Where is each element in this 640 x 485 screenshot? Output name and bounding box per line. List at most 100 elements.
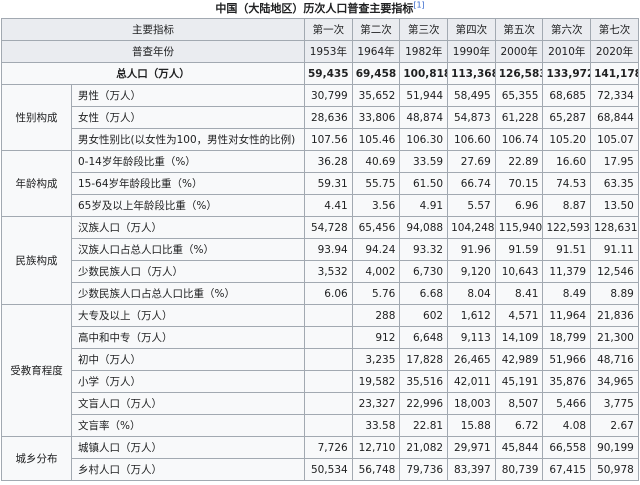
value-cell: 21,300 xyxy=(590,326,639,349)
total-label: 总人口（万人） xyxy=(1,62,305,85)
value-cell: 912 xyxy=(351,326,401,349)
header-year: 1982年 xyxy=(399,40,449,63)
table-row: 高中和中专（万人） 912 6,648 9,113 14,109 18,799 21,300 xyxy=(2,326,639,349)
header-year: 1964年 xyxy=(351,40,401,63)
indicator-label: 女性（万人） xyxy=(71,106,305,129)
value-cell: 66,558 xyxy=(542,436,592,459)
indicator-label: 汉族人口占总人口比重（%） xyxy=(71,238,305,261)
value-cell: 54,728 xyxy=(304,216,353,239)
value-cell: 105.07 xyxy=(590,128,639,151)
table-row: 初中（万人） 3,235 17,828 26,465 42,989 51,966 48,71… xyxy=(2,348,639,371)
category-cell: 城乡分布 xyxy=(1,436,72,481)
header-census: 第七次 xyxy=(590,18,639,41)
header-census: 第一次 xyxy=(304,18,353,41)
total-cell: 113,368 xyxy=(447,62,496,85)
value-cell: 104,248 xyxy=(447,216,496,239)
category-cell: 民族构成 xyxy=(1,216,72,305)
value-cell: 4.08 xyxy=(542,414,592,437)
indicator-label: 文盲率（%） xyxy=(71,414,305,437)
indicator-label: 男女性别比(以女性为100，男性对女性的比例) xyxy=(71,128,305,151)
table-row: 乡村人口（万人） 50,534 56,748 79,736 83,397 80,739 67… xyxy=(2,458,639,481)
value-cell: 21,082 xyxy=(399,436,449,459)
table-row: 文盲人口（万人） 23,327 22,996 18,003 8,507 5,466 3,77… xyxy=(2,392,639,415)
value-cell: 17,828 xyxy=(399,348,449,371)
table-row: 年龄构成 0-14岁年龄段比重（%） 36.28 40.69 33.59 27.69 22.… xyxy=(1,150,639,217)
total-cell: 69,458 xyxy=(351,62,401,85)
value-cell: 50,534 xyxy=(304,458,353,481)
total-cell: 100,818 xyxy=(399,62,449,85)
value-cell: 18,003 xyxy=(447,392,496,415)
value-cell: 55.75 xyxy=(351,172,401,195)
table-row: 性别构成 男性（万人） 30,799 35,652 51,944 58,495 65,355… xyxy=(1,84,639,151)
value-cell: 17.95 xyxy=(590,150,639,173)
value-cell: 61,228 xyxy=(494,106,544,129)
value-cell: 4.41 xyxy=(304,194,353,217)
value-cell: 22,996 xyxy=(399,392,449,415)
value-cell: 8.49 xyxy=(542,282,592,305)
value-cell: 94.24 xyxy=(351,238,401,261)
total-cell: 126,583 xyxy=(494,62,544,85)
value-cell: 12,546 xyxy=(590,260,639,283)
value-cell: 91.11 xyxy=(590,238,639,261)
header-census: 第三次 xyxy=(399,18,449,41)
value-cell xyxy=(304,304,353,327)
value-cell: 105.20 xyxy=(542,128,592,151)
value-cell: 34,965 xyxy=(590,370,639,393)
indicator-label: 汉族人口（万人） xyxy=(71,216,305,239)
value-cell: 59.31 xyxy=(304,172,353,195)
value-cell: 19,582 xyxy=(351,370,401,393)
value-cell: 105.46 xyxy=(351,128,401,151)
value-cell: 3,532 xyxy=(304,260,353,283)
table-title: 中国（大陆地区）历次人口普查主要指标 xyxy=(215,2,414,15)
page: 中国（大陆地区）历次人口普查主要指标[1] 主要指标 第一次 第二次 第三次 第四次 第五… xyxy=(0,0,640,485)
value-cell: 68,844 xyxy=(590,106,639,129)
table-header: 主要指标 第一次 第二次 第三次 第四次 第五次 第六次 第七次 普查年份 1953年 1964年 1… xyxy=(1,18,639,63)
indicator-label: 高中和中专（万人） xyxy=(71,326,305,349)
value-cell: 35,652 xyxy=(351,84,401,107)
value-cell: 13.50 xyxy=(590,194,639,217)
indicator-label: 少数民族人口（万人） xyxy=(71,260,305,283)
indicator-label: 小学（万人） xyxy=(71,370,305,393)
value-cell: 6.68 xyxy=(399,282,449,305)
indicator-label: 少数民族人口占总人口比重（%） xyxy=(71,282,305,305)
indicator-label: 大专及以上（万人） xyxy=(71,304,305,327)
value-cell: 8.41 xyxy=(494,282,544,305)
value-cell: 63.35 xyxy=(590,172,639,195)
census-table: 主要指标 第一次 第二次 第三次 第四次 第五次 第六次 第七次 普查年份 1953年 1964年 1… xyxy=(1,18,639,481)
value-cell: 30,799 xyxy=(304,84,353,107)
indicator-label: 15-64岁年龄段比重（%） xyxy=(71,172,305,195)
value-cell: 18,799 xyxy=(542,326,592,349)
header-year: 2000年 xyxy=(494,40,544,63)
table-row: 汉族人口占总人口比重（%） 93.94 94.24 93.32 91.96 91.59 91… xyxy=(2,238,639,261)
header-year: 1953年 xyxy=(304,40,353,63)
value-cell: 45,191 xyxy=(494,370,544,393)
value-cell: 8.89 xyxy=(590,282,639,305)
footnote-link[interactable]: [1] xyxy=(413,0,424,9)
indicator-label: 乡村人口（万人） xyxy=(71,458,305,481)
value-cell: 5.76 xyxy=(351,282,401,305)
value-cell: 128,631 xyxy=(590,216,639,239)
indicator-label: 男性（万人） xyxy=(71,84,305,107)
table-row: 受教育程度 大专及以上（万人） 288 602 1,612 4,571 11,964 21,8… xyxy=(1,304,639,437)
value-cell: 11,964 xyxy=(542,304,592,327)
indicator-label: 初中（万人） xyxy=(71,348,305,371)
table-caption: 中国（大陆地区）历次人口普查主要指标[1] xyxy=(0,0,640,18)
value-cell: 51,966 xyxy=(542,348,592,371)
total-cell: 133,972 xyxy=(542,62,592,85)
table-row: 男女性别比(以女性为100，男性对女性的比例) 107.56 105.46 106.3… xyxy=(2,128,639,151)
value-cell: 6,730 xyxy=(399,260,449,283)
value-cell: 91.96 xyxy=(447,238,496,261)
value-cell: 6.96 xyxy=(494,194,544,217)
header-year: 1990年 xyxy=(447,40,496,63)
value-cell: 16.60 xyxy=(542,150,592,173)
value-cell: 1,612 xyxy=(447,304,496,327)
table-body: 总人口（万人） 59,435 69,458 100,818 113,368 126,583… xyxy=(1,62,639,481)
value-cell: 10,643 xyxy=(494,260,544,283)
table-row: 民族构成 汉族人口（万人） 54,728 65,456 94,088 104,248 115… xyxy=(1,216,639,305)
value-cell: 93.94 xyxy=(304,238,353,261)
value-cell: 9,113 xyxy=(447,326,496,349)
value-cell: 2.67 xyxy=(590,414,639,437)
value-cell: 5.57 xyxy=(447,194,496,217)
value-cell xyxy=(304,392,353,415)
value-cell: 42,011 xyxy=(447,370,496,393)
